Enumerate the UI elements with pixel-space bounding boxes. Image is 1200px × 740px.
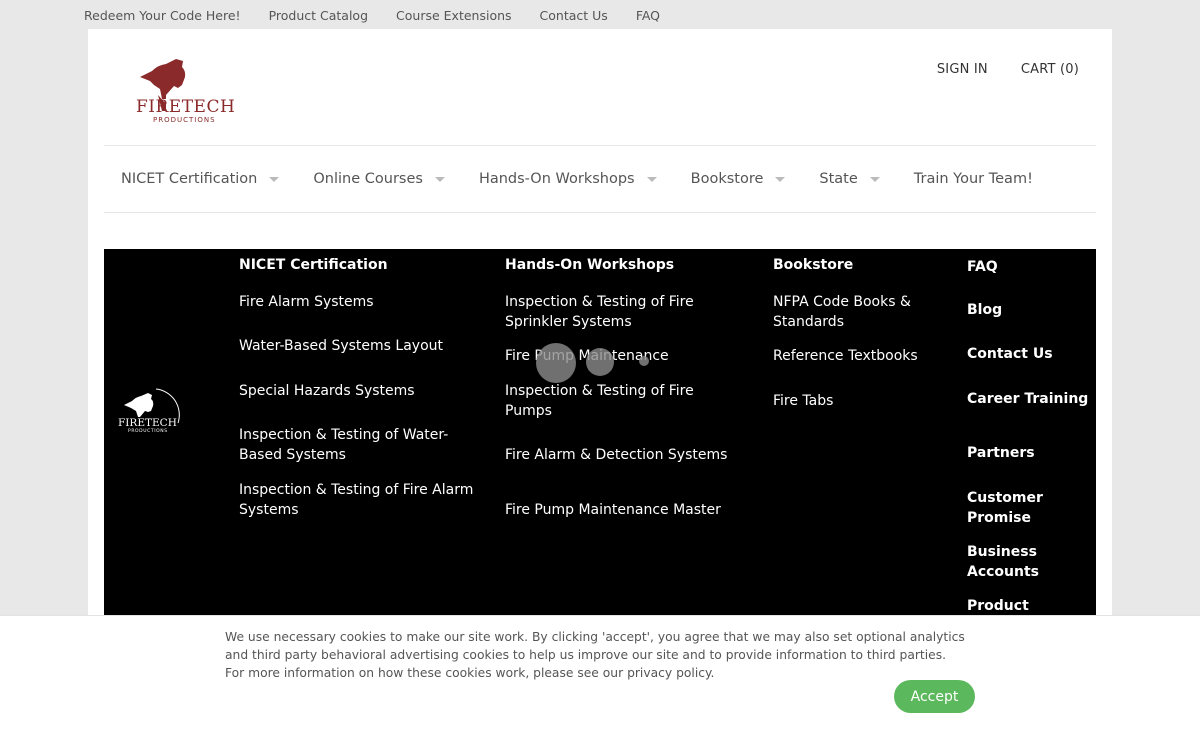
footer-link-reference-textbooks[interactable]: Reference Textbooks xyxy=(773,346,933,366)
chevron-down-icon xyxy=(869,176,880,182)
svg-text:FIRETECH: FIRETECH xyxy=(118,417,177,429)
svg-text:FIRETECH: FIRETECH xyxy=(136,97,235,117)
footer-link-fire-tabs[interactable]: Fire Tabs xyxy=(773,391,933,411)
top-link-faq[interactable]: FAQ xyxy=(636,8,660,24)
chevron-down-icon xyxy=(434,176,445,182)
nav-item-label: Train Your Team! xyxy=(913,171,1033,187)
nav-item-label: Hands-On Workshops xyxy=(478,171,635,187)
chevron-down-icon xyxy=(269,176,280,182)
top-link-product-catalog[interactable]: Product Catalog xyxy=(269,8,368,24)
footer-link-blog[interactable]: Blog xyxy=(967,300,1092,320)
footer-link-partners[interactable]: Partners xyxy=(967,443,1092,463)
chevron-down-icon xyxy=(646,176,657,182)
top-link-contact-us[interactable]: Contact Us xyxy=(540,8,608,24)
loading-spinner-dot xyxy=(586,348,614,376)
footer-col-bookstore: Bookstore NFPA Code Books & Standards Re… xyxy=(773,257,933,411)
footer-link-inspection-water-based[interactable]: Inspection & Testing of Water-Based Syst… xyxy=(239,425,484,465)
footer-link-inspection-fire-alarm[interactable]: Inspection & Testing of Fire Alarm Syste… xyxy=(239,480,484,520)
nav-item-label: State xyxy=(819,171,858,187)
account-links: SIGN IN CART (0) xyxy=(937,62,1079,77)
footer-link-business-accounts[interactable]: Business Accounts xyxy=(967,542,1092,582)
footer-link-water-based-systems-layout[interactable]: Water-Based Systems Layout xyxy=(239,336,484,356)
nav-item-hands-on-workshops[interactable]: Hands-On Workshops xyxy=(479,171,657,187)
footer-link-special-hazards-systems[interactable]: Special Hazards Systems xyxy=(239,381,484,401)
firefighter-helmet-icon: FIRETECH PRODUCTIONS xyxy=(136,59,235,124)
footer-link-product[interactable]: Product xyxy=(967,596,1092,616)
nav-item-label: Online Courses xyxy=(313,171,423,187)
footer-link-inspection-fire-pumps[interactable]: Inspection & Testing of Fire Pumps xyxy=(505,381,740,421)
top-link-redeem-code[interactable]: Redeem Your Code Here! xyxy=(84,8,241,24)
footer-link-customer-promise[interactable]: Customer Promise xyxy=(967,488,1092,528)
footer-logo[interactable]: FIRETECH PRODUCTIONS xyxy=(118,387,184,435)
footer-heading-nicet: NICET Certification xyxy=(239,257,388,273)
footer-heading-bookstore: Bookstore xyxy=(773,257,854,273)
accept-cookies-button[interactable]: Accept xyxy=(894,680,975,713)
nav-item-train-your-team[interactable]: Train Your Team! xyxy=(914,171,1033,187)
loading-spinner-dot xyxy=(536,343,576,383)
footer-link-fire-alarm-systems[interactable]: Fire Alarm Systems xyxy=(239,292,484,312)
nav-item-label: NICET Certification xyxy=(121,171,258,187)
footer-link-inspection-sprinkler[interactable]: Inspection & Testing of Fire Sprinkler S… xyxy=(505,292,740,332)
top-link-course-extensions[interactable]: Course Extensions xyxy=(396,8,512,24)
footer-col-misc: FAQ Blog Contact Us Career Training Part… xyxy=(967,257,1092,616)
footer-menu: FIRETECH PRODUCTIONS NICET Certification… xyxy=(104,249,1096,644)
brand-logo[interactable]: FIRETECH PRODUCTIONS xyxy=(136,59,236,124)
sign-in-link[interactable]: SIGN IN xyxy=(937,62,988,77)
svg-text:PRODUCTIONS: PRODUCTIONS xyxy=(128,428,168,434)
footer-link-nfpa-code-books[interactable]: NFPA Code Books & Standards xyxy=(773,292,933,332)
nav-item-label: Bookstore xyxy=(690,171,764,187)
loading-spinner-dot xyxy=(639,356,649,366)
nav-item-online-courses[interactable]: Online Courses xyxy=(313,171,445,187)
nav-item-nicet-certification[interactable]: NICET Certification xyxy=(121,171,280,187)
firefighter-helmet-icon: FIRETECH PRODUCTIONS xyxy=(118,388,180,434)
footer-col-hands-on: Hands-On Workshops Inspection & Testing … xyxy=(505,257,740,520)
footer-heading-hands-on: Hands-On Workshops xyxy=(505,257,675,273)
svg-text:PRODUCTIONS: PRODUCTIONS xyxy=(153,116,216,123)
footer-col-nicet: NICET Certification Fire Alarm Systems W… xyxy=(239,257,484,520)
footer-link-fire-alarm-detection[interactable]: Fire Alarm & Detection Systems xyxy=(505,445,740,465)
footer-link-contact-us[interactable]: Contact Us xyxy=(967,344,1092,364)
chevron-down-icon xyxy=(775,176,786,182)
footer-link-career-training[interactable]: Career Training xyxy=(967,389,1092,409)
nav-item-bookstore[interactable]: Bookstore xyxy=(691,171,786,187)
cookie-banner: We use necessary cookies to make our sit… xyxy=(0,615,1200,740)
cookie-message: We use necessary cookies to make our sit… xyxy=(225,630,965,680)
top-utility-bar: Redeem Your Code Here! Product Catalog C… xyxy=(84,8,688,24)
main-nav: NICET Certification Online Courses Hands… xyxy=(104,145,1096,213)
footer-link-fire-pump-master[interactable]: Fire Pump Maintenance Master xyxy=(505,500,740,520)
cart-link[interactable]: CART (0) xyxy=(1021,62,1079,77)
nav-item-state[interactable]: State xyxy=(819,171,880,187)
footer-link-faq[interactable]: FAQ xyxy=(967,257,1092,275)
